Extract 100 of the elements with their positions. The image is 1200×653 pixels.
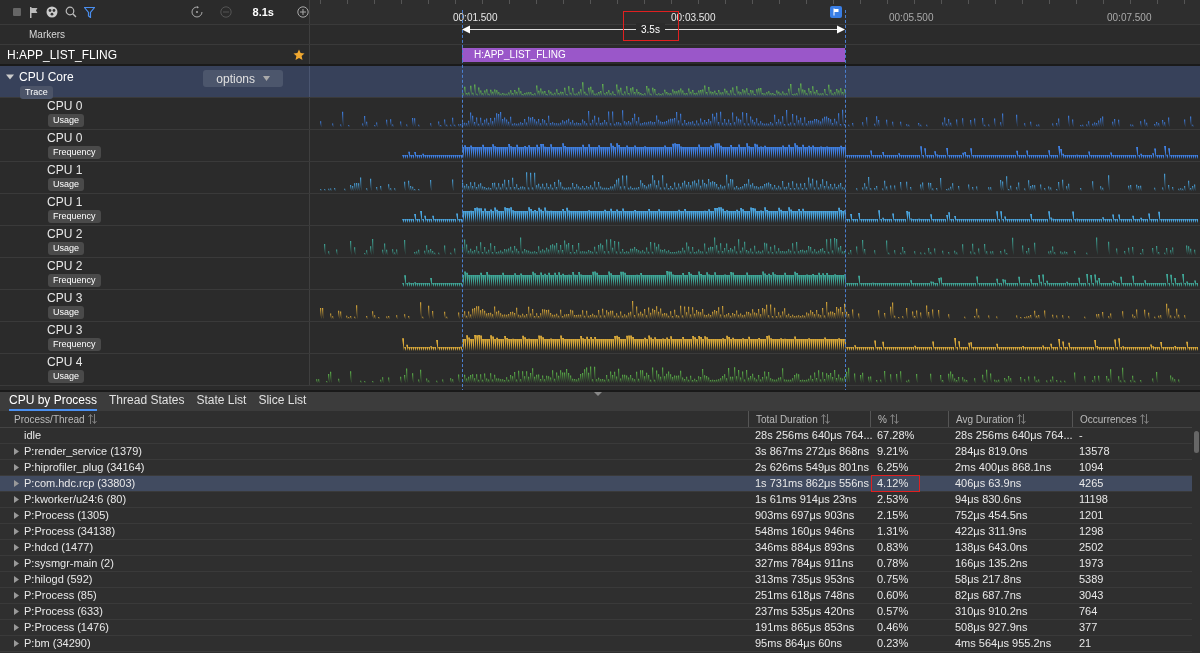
table-cell-text: 1298	[1079, 524, 1104, 540]
table-cell-text: 1.31%	[877, 524, 909, 540]
track-title: CPU 1	[47, 162, 83, 178]
table-cell-text: 0.75%	[877, 572, 909, 588]
table-cell-text: 1201	[1079, 508, 1104, 524]
tick-label: 00:01.500	[453, 11, 498, 25]
sort-icon[interactable]	[889, 414, 899, 424]
table-cell-text: 548ms 160μs 946ns	[755, 524, 855, 540]
table-cell-text: 346ms 884μs 893ns	[755, 540, 855, 556]
expand-arrow-icon[interactable]	[14, 528, 19, 535]
table-cell-text: 0.23%	[877, 636, 909, 652]
table-cell-text: 1s 61ms 914μs 23ns	[755, 492, 857, 508]
track-tag: Usage	[48, 178, 84, 191]
stop-icon[interactable]	[12, 7, 22, 17]
table-row[interactable]: P:Process (633) 237ms 535μs 420ns 0.57% 310μs 910.2ns 764	[0, 604, 1192, 620]
table-cell-text: 752μs 454.5ns	[955, 508, 1028, 524]
expand-arrow-icon[interactable]	[14, 464, 19, 471]
track-title: CPU 0	[47, 130, 83, 146]
table-cell-text: P:Process (34138)	[24, 524, 116, 540]
table-cell-text: -	[1079, 428, 1083, 444]
table-cell-text: 4.12%	[877, 476, 909, 492]
track-tag: Frequency	[48, 274, 101, 287]
expand-caret-icon[interactable]	[6, 73, 14, 81]
column-header[interactable]: %	[870, 411, 948, 427]
table-cell-text: P:hiprofiler_plug (34164)	[24, 460, 145, 476]
table-cell-text: P:render_service (1379)	[24, 444, 142, 460]
expand-arrow-icon[interactable]	[14, 544, 19, 551]
table-cell-text: P:Process (85)	[24, 588, 97, 604]
expand-arrow-icon[interactable]	[14, 592, 19, 599]
trace-tag: Trace	[20, 86, 53, 99]
table-cell-text: 4265	[1079, 476, 1104, 492]
panel-tab[interactable]: State List	[196, 392, 247, 411]
column-header[interactable]: Total Duration	[748, 411, 870, 427]
table-row[interactable]: P:Process (1305) 903ms 697μs 903ns 2.15% 752μs 454.5ns 1201	[0, 508, 1192, 524]
table-cell-text: 0.83%	[877, 540, 909, 556]
sort-icon[interactable]	[1016, 414, 1026, 424]
table-cell-text: 28s 256ms 640μs 764...	[955, 428, 1073, 444]
filter-icon[interactable]	[83, 6, 95, 18]
column-header[interactable]: Avg Duration	[948, 411, 1072, 427]
options-dropdown[interactable]: options	[203, 70, 283, 87]
table-row[interactable]: P:Process (1476) 191ms 865μs 853ns 0.46% 508μs 927.9ns 377	[0, 620, 1192, 636]
table-row[interactable]: P:bm (34290) 95ms 864μs 60ns 0.23% 4ms 564μs 955.2ns 21	[0, 636, 1192, 652]
scrollbar-thumb[interactable]	[1193, 431, 1199, 453]
collapse-handle-icon[interactable]	[594, 392, 602, 396]
sort-icon[interactable]	[87, 414, 97, 424]
expand-arrow-icon[interactable]	[14, 560, 19, 567]
table-cell-text: 138μs 643.0ns	[955, 540, 1028, 556]
expand-arrow-icon[interactable]	[14, 576, 19, 583]
reset-icon[interactable]	[190, 6, 203, 18]
expand-arrow-icon[interactable]	[14, 512, 19, 519]
table-cell-text: P:Process (1476)	[24, 620, 109, 636]
zoom-in-icon[interactable]	[297, 6, 309, 18]
expand-arrow-icon[interactable]	[14, 448, 19, 455]
zoom-level: 8.1s	[252, 4, 274, 20]
sort-icon[interactable]	[1139, 414, 1149, 424]
track-tag: Frequency	[48, 146, 101, 159]
star-icon[interactable]	[293, 48, 305, 61]
table-cell-text: P:hilogd (592)	[24, 572, 93, 588]
sort-icon[interactable]	[820, 414, 830, 424]
table-row[interactable]: P:kworker/u24:6 (80) 1s 61ms 914μs 23ns 2.53% 94μs 830.6ns 11198	[0, 492, 1192, 508]
table-cell-text: P:Process (1305)	[24, 508, 109, 524]
table-row[interactable]: P:Process (34138) 548ms 160μs 946ns 1.31% 422μs 311.9ns 1298	[0, 524, 1192, 540]
table-cell-text: P:sysmgr-main (2)	[24, 556, 114, 572]
table-row[interactable]: P:Process (85) 251ms 618μs 748ns 0.60% 82μs 687.7ns 3043	[0, 588, 1192, 604]
table-cell-text: 327ms 784μs 911ns	[755, 556, 854, 572]
track-title: CPU 1	[47, 194, 83, 210]
table-cell-text: P:Process (633)	[24, 604, 103, 620]
table-cell-text: 0.60%	[877, 588, 909, 604]
table-row[interactable]: idle 28s 256ms 640μs 764... 67.28% 28s 256ms 640μs 764... -	[0, 428, 1192, 444]
expand-arrow-icon[interactable]	[14, 640, 19, 647]
flag-icon[interactable]	[830, 6, 842, 18]
column-header[interactable]: Occurrences	[1072, 411, 1192, 427]
expand-arrow-icon[interactable]	[14, 480, 19, 487]
table-row[interactable]: P:render_service (1379) 3s 867ms 272μs 868ns 9.21% 284μs 819.0ns 13578	[0, 444, 1192, 460]
panel-tab[interactable]: Thread States	[109, 392, 185, 411]
table-row[interactable]: P:hilogd (592) 313ms 735μs 953ns 0.75% 58μs 217.8ns 5389	[0, 572, 1192, 588]
table-cell-text: 2s 626ms 549μs 801ns	[755, 460, 869, 476]
expand-arrow-icon[interactable]	[14, 496, 19, 503]
expand-arrow-icon[interactable]	[14, 608, 19, 615]
track-tag: Frequency	[48, 338, 101, 351]
table-cell-text: P:kworker/u24:6 (80)	[24, 492, 127, 508]
table-cell-text: P:com.hdc.rcp (33803)	[24, 476, 136, 492]
table-row[interactable]: P:sysmgr-main (2) 327ms 784μs 911ns 0.78% 166μs 135.2ns 1973	[0, 556, 1192, 572]
table-cell-text: 310μs 910.2ns	[955, 604, 1028, 620]
expand-arrow-icon[interactable]	[14, 624, 19, 631]
panel-tab[interactable]: Slice List	[258, 392, 307, 411]
search-icon[interactable]	[64, 6, 77, 18]
marker-slice[interactable]: H:APP_LIST_FLING	[462, 48, 845, 62]
dots-circle-icon[interactable]	[45, 6, 58, 18]
table-cell-text: 1973	[1079, 556, 1104, 572]
table-cell-text: 82μs 687.7ns	[955, 588, 1022, 604]
flag-icon[interactable]	[28, 6, 39, 18]
column-header[interactable]: Process/Thread	[0, 411, 748, 427]
table-cell-text: 191ms 865μs 853ns	[755, 620, 855, 636]
table-cell-text: 94μs 830.6ns	[955, 492, 1022, 508]
table-row[interactable]: P:com.hdc.rcp (33803) 1s 731ms 862μs 556ns 4.12% 406μs 63.9ns 4265	[0, 476, 1192, 492]
track-title: CPU 0	[47, 98, 83, 114]
table-cell-text: 422μs 311.9ns	[955, 524, 1027, 540]
table-row[interactable]: P:hdcd (1477) 346ms 884μs 893ns 0.83% 138μs 643.0ns 2502	[0, 540, 1192, 556]
track-tag: Usage	[48, 306, 84, 319]
